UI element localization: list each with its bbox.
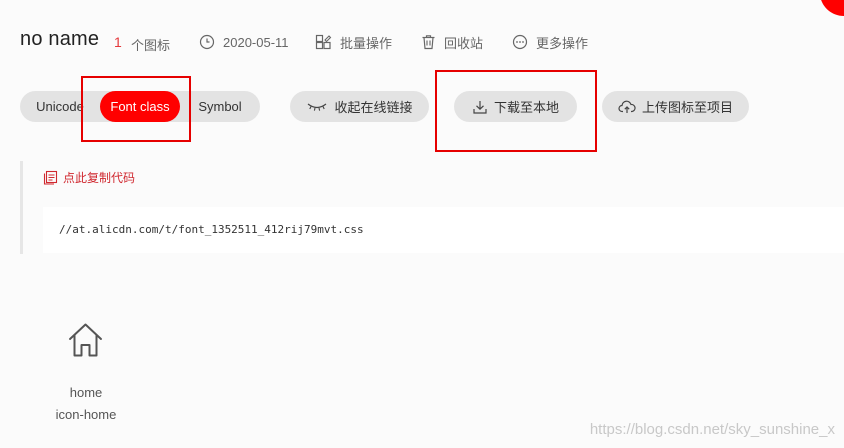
icon-name: home — [69, 385, 103, 400]
more-operations-button[interactable]: 更多操作 — [512, 33, 588, 51]
upload-to-project-button[interactable]: 上传图标至项目 — [602, 91, 749, 122]
upload-to-project-label: 上传图标至项目 — [641, 100, 733, 115]
recycle-bin-label: 回收站 — [444, 35, 484, 51]
icon-class-name: icon-home — [55, 407, 117, 422]
css-link-code[interactable]: //at.alicdn.com/t/font_1352511_412rij79m… — [43, 207, 844, 253]
copy-icon — [43, 170, 58, 185]
watermark: https://blog.csdn.net/sky_sunshine_x — [589, 421, 835, 438]
download-icon — [473, 100, 487, 114]
code-panel-bar — [20, 161, 23, 254]
copy-code-link[interactable]: 点此复制代码 — [43, 169, 135, 186]
format-tabs: Unicode Font class Symbol — [20, 91, 260, 122]
grid-edit-icon — [315, 34, 332, 49]
project-title: no name — [20, 28, 100, 50]
tab-font-class[interactable]: Font class — [100, 91, 180, 122]
date-text: 2020-05-11 — [223, 34, 289, 50]
cloud-upload-icon — [618, 100, 636, 113]
icon-count-label: 个图标 — [131, 38, 171, 53]
batch-operation-label: 批量操作 — [340, 35, 393, 51]
trash-icon — [422, 35, 435, 50]
home-icon[interactable] — [67, 322, 104, 358]
copy-code-label: 点此复制代码 — [63, 171, 136, 185]
clock-icon — [199, 34, 215, 50]
recycle-bin-button[interactable]: 回收站 — [421, 33, 483, 51]
batch-operation-button[interactable]: 批量操作 — [315, 33, 392, 51]
collapse-online-link-button[interactable]: 收起在线链接 — [290, 91, 429, 122]
created-date: 2020-05-11 — [199, 33, 289, 51]
more-dots-icon — [512, 34, 528, 50]
collapse-online-link-label: 收起在线链接 — [334, 100, 413, 115]
eye-closed-icon — [308, 103, 327, 111]
tab-unicode[interactable]: Unicode — [30, 91, 90, 122]
more-operations-label: 更多操作 — [536, 35, 589, 51]
icon-count: 1 — [114, 34, 122, 50]
download-local-label: 下载至本地 — [493, 100, 559, 115]
tab-symbol[interactable]: Symbol — [192, 91, 248, 122]
download-local-button[interactable]: 下载至本地 — [454, 91, 577, 122]
corner-badge — [820, 0, 844, 16]
